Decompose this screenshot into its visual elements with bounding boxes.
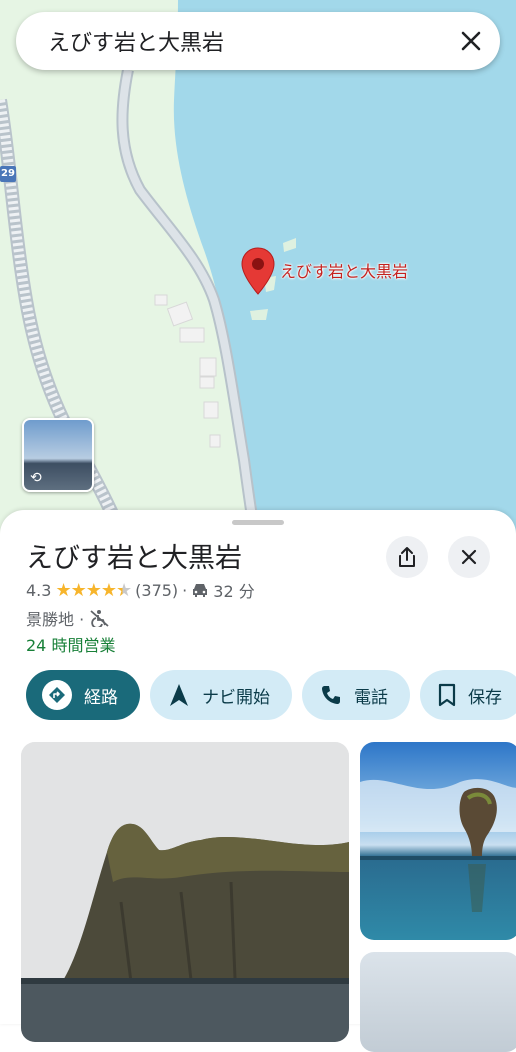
- start-navigation-button[interactable]: ナビ開始: [150, 670, 292, 720]
- photo-rock-pillar[interactable]: [360, 742, 516, 940]
- photo-main[interactable]: [21, 742, 349, 1042]
- share-icon: [399, 547, 415, 567]
- call-label: 電話: [354, 687, 388, 708]
- navigation-arrow-icon: [170, 684, 188, 706]
- category-row: 景勝地 ·: [26, 606, 110, 630]
- place-title: えびす岩と大黒岩: [26, 543, 242, 574]
- map-view[interactable]: 29 えびす岩と大黒岩 ⟲: [0, 0, 516, 540]
- navigation-label: ナビ開始: [202, 687, 270, 708]
- directions-icon: [42, 680, 72, 710]
- rock-pillar-photo: [360, 779, 516, 912]
- car-icon: [193, 584, 208, 597]
- pin-label[interactable]: えびす岩と大黒岩: [280, 258, 408, 282]
- drive-time: 32 分: [213, 582, 255, 601]
- save-button[interactable]: 保存: [420, 670, 516, 720]
- call-button[interactable]: 電話: [302, 670, 410, 720]
- street-view-rotate-icon: ⟲: [30, 470, 42, 486]
- close-sheet-button[interactable]: [448, 536, 490, 578]
- not-wheelchair-accessible-icon: [90, 610, 109, 627]
- clear-search-icon[interactable]: [442, 12, 500, 70]
- route-29-shield: 29: [0, 166, 16, 182]
- rating-value: 4.3: [26, 580, 52, 600]
- category-label: 景勝地 ·: [26, 610, 85, 629]
- close-icon: [461, 549, 477, 565]
- phone-icon: [322, 686, 340, 704]
- search-bar[interactable]: えびす岩と大黒岩: [16, 12, 500, 70]
- directions-label: 経路: [84, 687, 118, 708]
- action-chips: 経路 ナビ開始 電話 保存: [26, 670, 516, 720]
- street-view-thumbnail[interactable]: ⟲: [22, 418, 94, 492]
- cliff-photo: [21, 742, 349, 1042]
- rating-stars-icon: ★★★★★: [55, 579, 132, 601]
- search-query[interactable]: えびす岩と大黒岩: [48, 25, 442, 57]
- place-sheet[interactable]: えびす岩と大黒岩 4.3 ★★★★★ (375) · 32 分 景勝地 · 24…: [0, 510, 516, 1052]
- review-count[interactable]: (375): [135, 581, 178, 600]
- rating-row: 4.3 ★★★★★ (375) · 32 分: [26, 578, 255, 602]
- bookmark-icon: [438, 683, 456, 707]
- sheet-drag-handle[interactable]: [232, 520, 284, 525]
- directions-button[interactable]: 経路: [26, 670, 140, 720]
- open-hours[interactable]: 24 時間営業: [26, 632, 115, 656]
- separator-dot: ·: [182, 580, 188, 600]
- save-label: 保存: [468, 687, 502, 708]
- photo-shoreline[interactable]: [360, 952, 516, 1052]
- share-button[interactable]: [386, 536, 428, 578]
